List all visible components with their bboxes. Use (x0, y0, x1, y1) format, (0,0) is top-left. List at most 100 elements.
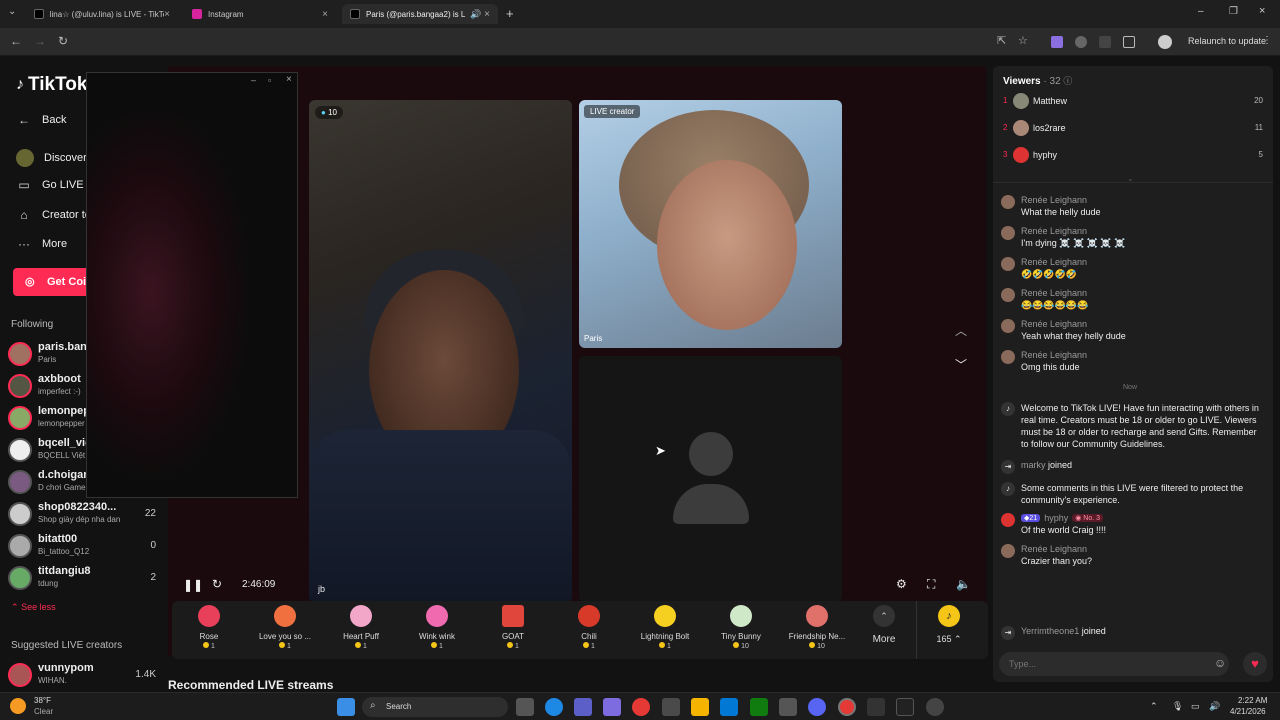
task-view-icon[interactable] (516, 698, 534, 716)
message-user[interactable]: Renée Leighann (1021, 288, 1087, 298)
coin-balance-button[interactable]: ♪ 165 ⌃ (924, 605, 974, 657)
gift-more-button[interactable]: ⌃ More (860, 605, 908, 657)
bookmark-star-icon[interactable]: ☆ (1018, 34, 1028, 47)
gift-love-you[interactable]: Love you so ... 1 (248, 605, 322, 657)
top-viewer-row[interactable]: 2 los2rare 11 (1001, 120, 1263, 138)
tab-lina-live[interactable]: lina☆ (@uluv.lina) is LIVE - TikTok × (26, 4, 178, 24)
following-item[interactable]: bitatt00 Bi_tattoo_Q12 0 (8, 532, 160, 560)
taskbar-search[interactable]: ⌕ Search (362, 697, 508, 717)
tab-instagram[interactable]: Instagram × (184, 4, 336, 24)
maximize-icon[interactable]: ❐ (1229, 6, 1238, 17)
discord-icon[interactable] (808, 698, 826, 716)
menu-dots-icon[interactable]: ⋮ (1262, 35, 1272, 46)
gift-goat[interactable]: GOAT 1 (476, 605, 550, 657)
copilot-icon[interactable] (603, 698, 621, 716)
minimize-icon[interactable]: – (251, 75, 256, 85)
joined-user[interactable]: marky (1021, 460, 1046, 470)
nav-discover[interactable]: Discover (16, 149, 87, 167)
tiktok-logo[interactable]: ♪ TikTok (16, 74, 87, 96)
fullscreen-icon[interactable]: ⛶ (927, 577, 935, 592)
chat-input[interactable] (999, 652, 1229, 676)
speaker-icon[interactable]: 🔊 (470, 9, 481, 20)
nav-back[interactable]: ← Back (16, 113, 66, 127)
top-viewer-row[interactable]: 3 hyphy 5 (1001, 147, 1263, 165)
clock-date[interactable]: 4/21/2026 (1230, 707, 1266, 716)
volume-icon[interactable]: 🔊 (1209, 701, 1220, 712)
tab-paris-live[interactable]: Paris (@paris.bangaa2) is LIVE 🔊 × (342, 4, 498, 24)
creator-video[interactable]: LIVE creator Paris (579, 100, 842, 348)
refresh-icon[interactable]: ↻ (212, 577, 222, 591)
gift-lightning-bolt[interactable]: Lightning Bolt 1 (628, 605, 702, 657)
following-item[interactable]: titdangiu8 tdung 2 (8, 564, 160, 592)
app-icon[interactable] (720, 698, 738, 716)
mic-icon[interactable]: 🎙 (1172, 701, 1183, 712)
profile-avatar[interactable] (1158, 35, 1172, 49)
settings-icon[interactable]: ⚙ (896, 577, 907, 591)
gift-friendship-necklace[interactable]: Friendship Ne... 10 (780, 605, 854, 657)
heart-icon[interactable]: ♥ (1243, 652, 1267, 676)
tab-list-icon[interactable]: ⌄ (8, 6, 16, 17)
message-user[interactable]: Renée Leighann (1021, 544, 1087, 554)
message-user[interactable]: Renée Leighann (1021, 350, 1087, 360)
display-icon[interactable]: ▭ (1191, 701, 1200, 712)
settings-icon[interactable] (867, 698, 885, 716)
close-window-icon[interactable]: × (1259, 5, 1265, 17)
suggested-item[interactable]: vunnypom WIHAN. 1.4K (8, 661, 160, 689)
gift-wink-wink[interactable]: Wink wink 1 (400, 605, 474, 657)
popup-video-window[interactable]: – ▫ × (86, 72, 298, 498)
message-user[interactable]: Renée Leighann (1021, 195, 1087, 205)
close-icon[interactable]: × (286, 74, 292, 85)
gift-chili[interactable]: Chili 1 (552, 605, 626, 657)
close-tab-icon[interactable]: × (322, 9, 328, 20)
store-icon[interactable] (662, 698, 680, 716)
file-explorer-icon[interactable] (691, 698, 709, 716)
info-icon[interactable]: ⓘ (1063, 76, 1072, 86)
tray-chevron-icon[interactable]: ⌃ (1150, 701, 1158, 712)
gift-rose[interactable]: Rose 1 (172, 605, 246, 657)
app-icon[interactable] (779, 698, 797, 716)
minimize-icon[interactable]: – (1198, 6, 1204, 17)
forward-icon[interactable]: → (34, 34, 46, 48)
pause-icon[interactable]: ❚❚ (183, 578, 203, 592)
gift-heart-puff[interactable]: Heart Puff 1 (324, 605, 398, 657)
gift-tiny-bunny[interactable]: Tiny Bunny 10 (704, 605, 778, 657)
chrome-active-icon[interactable] (838, 698, 856, 716)
new-tab-icon[interactable]: + (506, 6, 514, 21)
extension-icon[interactable] (1051, 36, 1063, 48)
chevron-up-icon[interactable]: ︿ (955, 322, 967, 339)
nav-more[interactable]: ··· More (16, 237, 67, 251)
maximize-icon[interactable]: ▫ (268, 75, 271, 85)
top-viewer-row[interactable]: 1 Matthew 20 (1001, 93, 1263, 111)
clock-time[interactable]: 2:22 AM (1238, 696, 1267, 705)
back-icon[interactable]: ← (10, 34, 22, 48)
see-less-link[interactable]: ⌃ See less (11, 602, 56, 613)
message-user[interactable]: hyphy (1044, 513, 1068, 523)
extension-icon[interactable] (1099, 36, 1111, 48)
following-item[interactable]: shop0822340... Shop giày dép nha dan 22 (8, 500, 160, 528)
empty-guest-slot[interactable] (579, 356, 842, 602)
extensions-puzzle-icon[interactable] (1123, 36, 1135, 48)
xbox-icon[interactable] (750, 698, 768, 716)
reload-icon[interactable]: ↻ (58, 34, 68, 48)
open-in-app-icon[interactable]: ⇱ (997, 34, 1006, 47)
message-user[interactable]: Renée Leighann (1021, 226, 1087, 236)
joined-user[interactable]: Yerrimtheone1 (1021, 626, 1079, 636)
viewers-header[interactable]: Viewers · 32 ⓘ (1003, 74, 1072, 87)
chrome-icon[interactable] (632, 698, 650, 716)
chevron-down-icon[interactable]: ﹀ (955, 356, 967, 373)
volume-icon[interactable]: 🔈 (956, 577, 971, 591)
extension-icon[interactable] (1075, 36, 1087, 48)
message-user[interactable]: Renée Leighann (1021, 257, 1087, 267)
edge-icon[interactable] (545, 698, 563, 716)
epic-games-icon[interactable] (896, 698, 914, 716)
windows-start-icon[interactable] (337, 698, 355, 716)
nav-go-live[interactable]: ▭ Go LIVE (16, 178, 83, 192)
teams-icon[interactable] (574, 698, 592, 716)
relaunch-button[interactable]: Relaunch to update (1188, 36, 1266, 46)
emoji-icon[interactable]: ☺ (1214, 656, 1226, 670)
close-tab-icon[interactable]: × (484, 9, 490, 20)
message-user[interactable]: Renée Leighann (1021, 319, 1087, 329)
weather-icon[interactable] (10, 698, 26, 714)
close-tab-icon[interactable]: × (164, 9, 170, 20)
app-icon[interactable] (926, 698, 944, 716)
